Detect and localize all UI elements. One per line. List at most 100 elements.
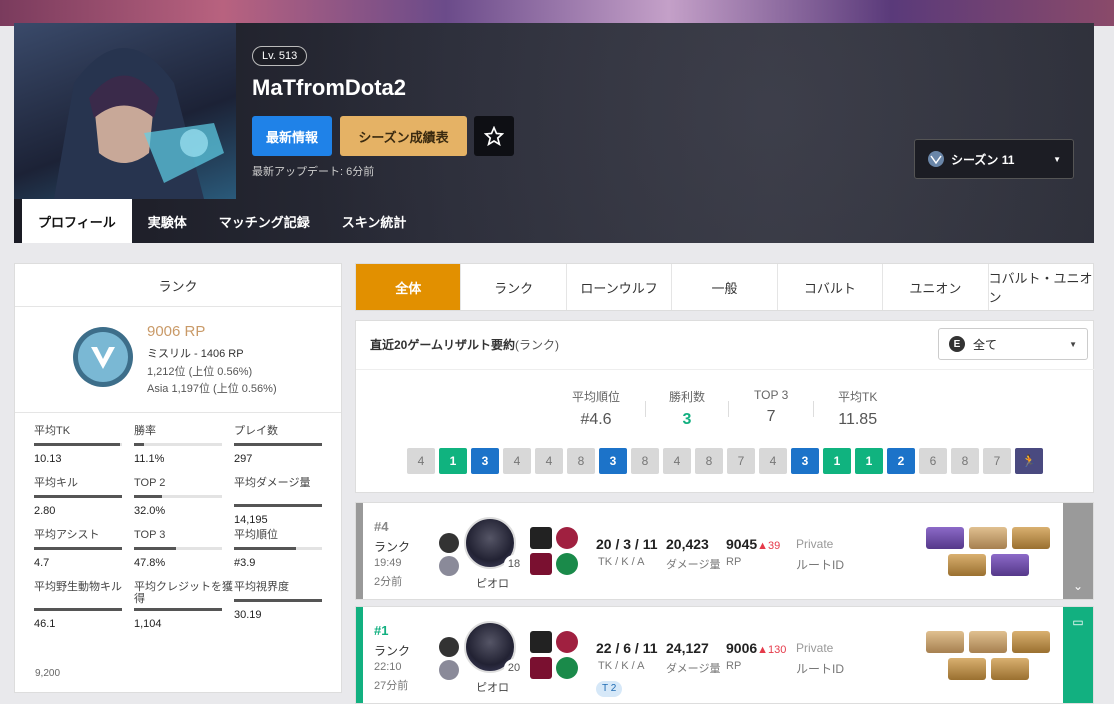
place-box: 4 [407, 448, 435, 474]
place-box: 8 [695, 448, 723, 474]
character-level: 18 [504, 555, 524, 573]
filter-lone-wolf[interactable]: ローンウルフ [567, 264, 673, 310]
match-place: #4 [374, 519, 389, 534]
place-box: 7 [727, 448, 755, 474]
place-box: 3 [471, 448, 499, 474]
place-box: 4 [663, 448, 691, 474]
rp-label: RP [726, 556, 742, 568]
match-ago: 2分前 [374, 576, 403, 588]
item-chest [969, 631, 1007, 653]
trait-sub-icon [556, 657, 578, 679]
stat-item: TOP 3 47.8% [134, 529, 234, 581]
damage-label: ダメージ量 [666, 663, 721, 675]
stat-value: 30.19 [234, 609, 262, 621]
stat-bar [134, 495, 222, 498]
profile-tabs: プロフィール 実験体 マッチング記録 スキン統計 [22, 199, 422, 243]
item-head [1012, 631, 1050, 653]
stat-bar [234, 443, 322, 446]
character-name: ピオロ [476, 578, 509, 590]
route-id[interactable]: ルートID [796, 556, 844, 573]
stat-label: 勝率 [134, 425, 156, 437]
weapon-skill-icon [530, 527, 552, 549]
match-kda: 20 / 3 / 11 [596, 536, 658, 552]
kda-label: TK / K / A [598, 556, 645, 568]
match-privacy: Private [796, 537, 834, 551]
rank-asia-position: Asia 1,197位 (上位 0.56%) [147, 383, 277, 395]
match-mode: ランク [374, 644, 411, 658]
item-leg [991, 658, 1029, 680]
rp-label: RP [726, 660, 742, 672]
filter-union[interactable]: ユニオン [883, 264, 989, 310]
match-mode: ランク [374, 540, 411, 554]
stat-item: 平均ダメージ量 14,195 [234, 477, 334, 529]
stat-value: 46.1 [34, 618, 56, 630]
filter-rank[interactable]: ランク [461, 264, 567, 310]
match-kda: 22 / 6 / 11 [596, 640, 658, 656]
tab-profile[interactable]: プロフィール [22, 199, 132, 243]
character-name: ピオロ [476, 682, 509, 694]
recent-summary: 直近20ゲームリザルト要約(ランク) E 全て ▼ 平均順位 #4.6 勝利数 3 … [355, 320, 1095, 493]
season-report-button[interactable]: シーズン成績表 [340, 116, 467, 156]
stat-label: 平均ダメージ量 [234, 477, 311, 489]
match-privacy: Private [796, 641, 834, 655]
stat-value: 11.1% [134, 453, 165, 465]
tab-characters[interactable]: 実験体 [132, 199, 203, 243]
avg-place-stat: 平均順位 #4.6 [572, 390, 621, 428]
stat-item: 平均クレジットを獲得 1,104 [134, 581, 234, 633]
video-button[interactable]: ▭ [1063, 607, 1093, 703]
top3-stat: TOP 37 [754, 388, 789, 425]
chart-y-tick: 9,200 [35, 668, 61, 679]
stat-item: TOP 2 32.0% [134, 477, 234, 529]
avg-tk-stat: 平均TK 11.85 [838, 390, 878, 428]
stat-item: 平均キル 2.80 [34, 477, 134, 529]
place-box: 7 [983, 448, 1011, 474]
item-weapon [926, 527, 964, 549]
place-box: 1 [439, 448, 467, 474]
match-ago: 27分前 [374, 680, 409, 692]
place-box: 8 [567, 448, 595, 474]
stat-bar [234, 547, 322, 550]
rank-summary: 9006 RP ミスリル - 1406 RP 1,212位 (上位 0.56%)… [15, 307, 341, 413]
match-card[interactable]: #1 ランク 22:10 27分前 20 ピオロ 22 / 6 / 11 TK … [355, 606, 1094, 704]
refresh-button[interactable]: 最新情報 [252, 116, 332, 156]
damage-label: ダメージ量 [666, 559, 721, 571]
tab-skin-stats[interactable]: スキン統計 [326, 199, 423, 243]
stat-value: #3.9 [234, 557, 256, 569]
place-box: 6 [919, 448, 947, 474]
route-id[interactable]: ルートID [796, 660, 844, 677]
profile-header: Lv. 513 MaTfromDota2 最新情報 シーズン成績表 最新アップデ… [14, 23, 1094, 243]
stat-value: 297 [234, 453, 253, 465]
season-dropdown[interactable]: シーズン 11 ▼ [914, 139, 1074, 179]
last-updated: 最新アップデート: 6分前 [252, 166, 375, 178]
item-leg [991, 554, 1029, 576]
stat-bar [134, 547, 222, 550]
summary-filter-value: 全て [973, 337, 998, 352]
profile-portrait [14, 23, 236, 199]
stat-label: 平均視界度 [234, 581, 289, 593]
match-card[interactable]: #4 ランク 19:49 2分前 18 ピオロ 20 / 3 / 11 TK /… [355, 502, 1094, 600]
filter-cobalt-union[interactable]: コバルト・ユニオン [989, 264, 1093, 310]
favorite-button[interactable] [474, 116, 514, 156]
trait-sub-icon [556, 553, 578, 575]
weather-icon [439, 637, 459, 657]
stat-label: 平均順位 [234, 529, 278, 541]
expand-button[interactable]: ⌄ [1063, 503, 1093, 599]
stat-value: 4.7 [34, 557, 50, 569]
place-box: 8 [951, 448, 979, 474]
stat-bar [34, 608, 122, 611]
stat-bar [34, 495, 122, 498]
stat-value: 10.13 [34, 453, 62, 465]
item-weapon [926, 631, 964, 653]
filter-type-icon: E [949, 336, 965, 352]
filter-normal[interactable]: 一般 [672, 264, 778, 310]
filter-all[interactable]: 全体 [356, 264, 462, 310]
summary-filter-dropdown[interactable]: E 全て ▼ [938, 328, 1088, 360]
tab-match-history[interactable]: マッチング記録 [203, 199, 326, 243]
stat-bar [234, 599, 322, 602]
stat-bar [134, 608, 222, 611]
match-duration: 19:49 [374, 557, 402, 569]
filter-cobalt[interactable]: コバルト [778, 264, 884, 310]
stat-bar [34, 443, 122, 446]
character-level: 20 [504, 659, 524, 677]
season-icon [928, 151, 944, 167]
